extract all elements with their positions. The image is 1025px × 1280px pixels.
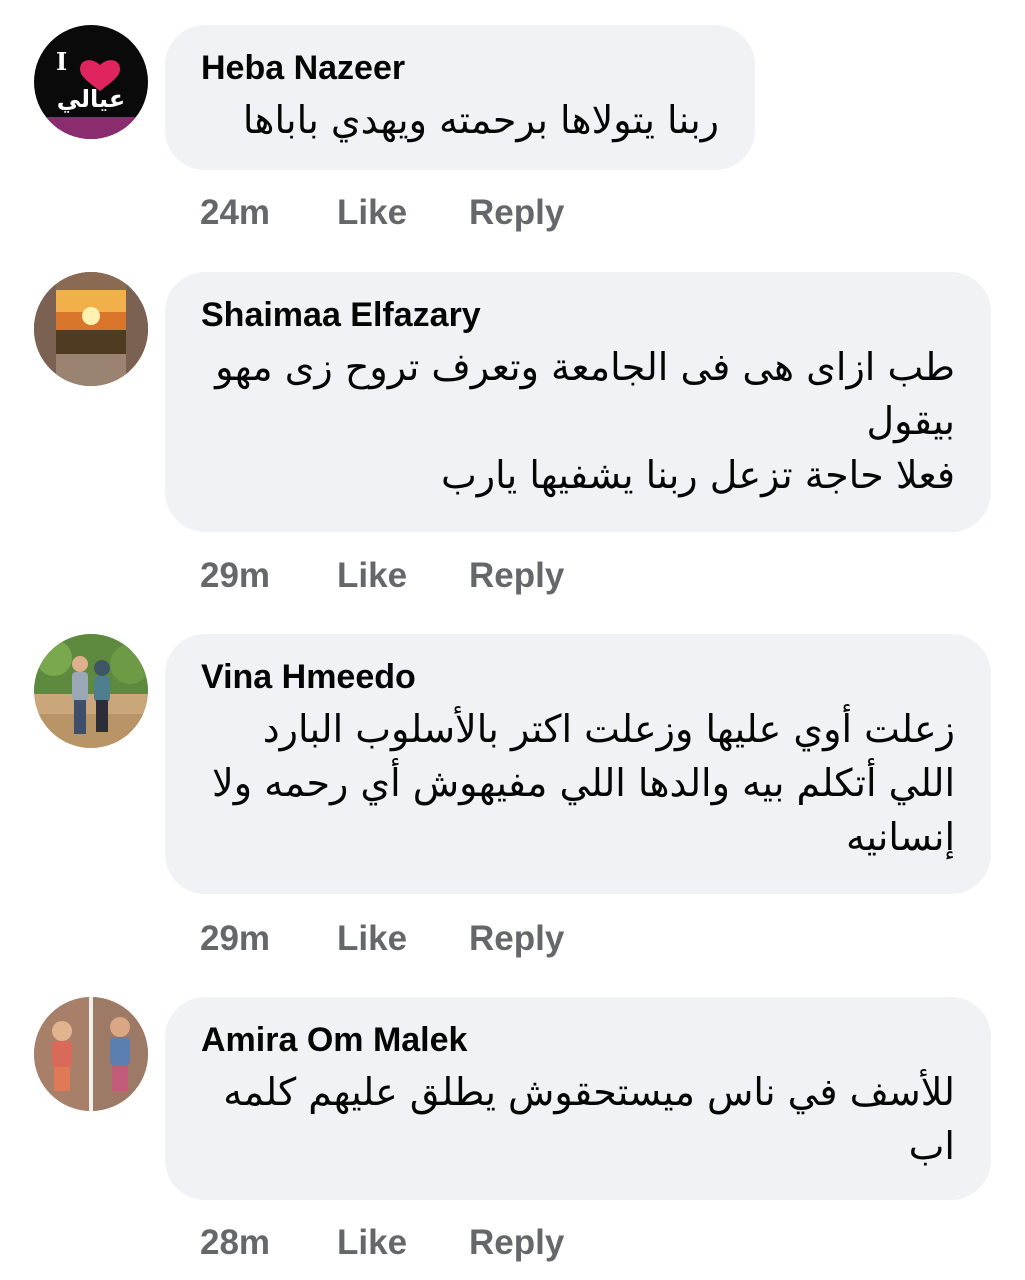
comment-timestamp[interactable]: 24m (200, 193, 337, 233)
comment-actions: 28m Like Reply (200, 1223, 564, 1263)
children-photo (34, 997, 148, 1111)
comment-actions: 24m Like Reply (200, 193, 564, 233)
comment-bubble[interactable]: Heba Nazeer ربنا يتولاها برحمته ويهدي با… (165, 25, 755, 170)
comment-text: طب ازاى هى فى الجامعة وتعرف تروح زى مهو … (215, 345, 955, 497)
avatar[interactable] (34, 272, 148, 386)
comment-timestamp[interactable]: 28m (200, 1223, 337, 1263)
like-button[interactable]: Like (337, 919, 469, 959)
comment-timestamp[interactable]: 29m (200, 556, 337, 596)
avatar-caption: عيالي (57, 85, 126, 113)
comment-timestamp[interactable]: 29m (200, 919, 337, 959)
comment-bubble[interactable]: Vina Hmeedo زعلت أوي عليها وزعلت اكتر با… (165, 634, 991, 894)
comment-bubble[interactable]: Shaimaa Elfazary طب ازاى هى فى الجامعة و… (165, 272, 991, 532)
like-button[interactable]: Like (337, 193, 469, 233)
avatar[interactable] (34, 997, 148, 1111)
like-button[interactable]: Like (337, 1223, 469, 1263)
comment-author[interactable]: Shaimaa Elfazary (201, 294, 955, 336)
sunset-photo (34, 272, 148, 386)
comment-actions: 29m Like Reply (200, 556, 564, 596)
comment-text: للأسف في ناس ميستحقوش يطلق عليهم كلمه اب (223, 1070, 955, 1168)
reply-button[interactable]: Reply (469, 193, 564, 233)
comment-actions: 29m Like Reply (200, 919, 564, 959)
avatar-caption-top: I (56, 47, 67, 76)
comment-text: ربنا يتولاها برحمته ويهدي باباها (242, 98, 719, 142)
comment-author[interactable]: Heba Nazeer (201, 47, 719, 89)
like-button[interactable]: Like (337, 556, 469, 596)
comment-text: زعلت أوي عليها وزعلت اكتر بالأسلوب البار… (212, 707, 955, 859)
couple-photo (34, 634, 148, 748)
reply-button[interactable]: Reply (469, 1223, 564, 1263)
comment-author[interactable]: Amira Om Malek (201, 1019, 955, 1061)
avatar[interactable] (34, 634, 148, 748)
avatar[interactable]: I عيالي (34, 25, 148, 139)
reply-button[interactable]: Reply (469, 919, 564, 959)
reply-button[interactable]: Reply (469, 556, 564, 596)
comment-bubble[interactable]: Amira Om Malek للأسف في ناس ميستحقوش يطل… (165, 997, 991, 1200)
comment-author[interactable]: Vina Hmeedo (201, 656, 955, 698)
